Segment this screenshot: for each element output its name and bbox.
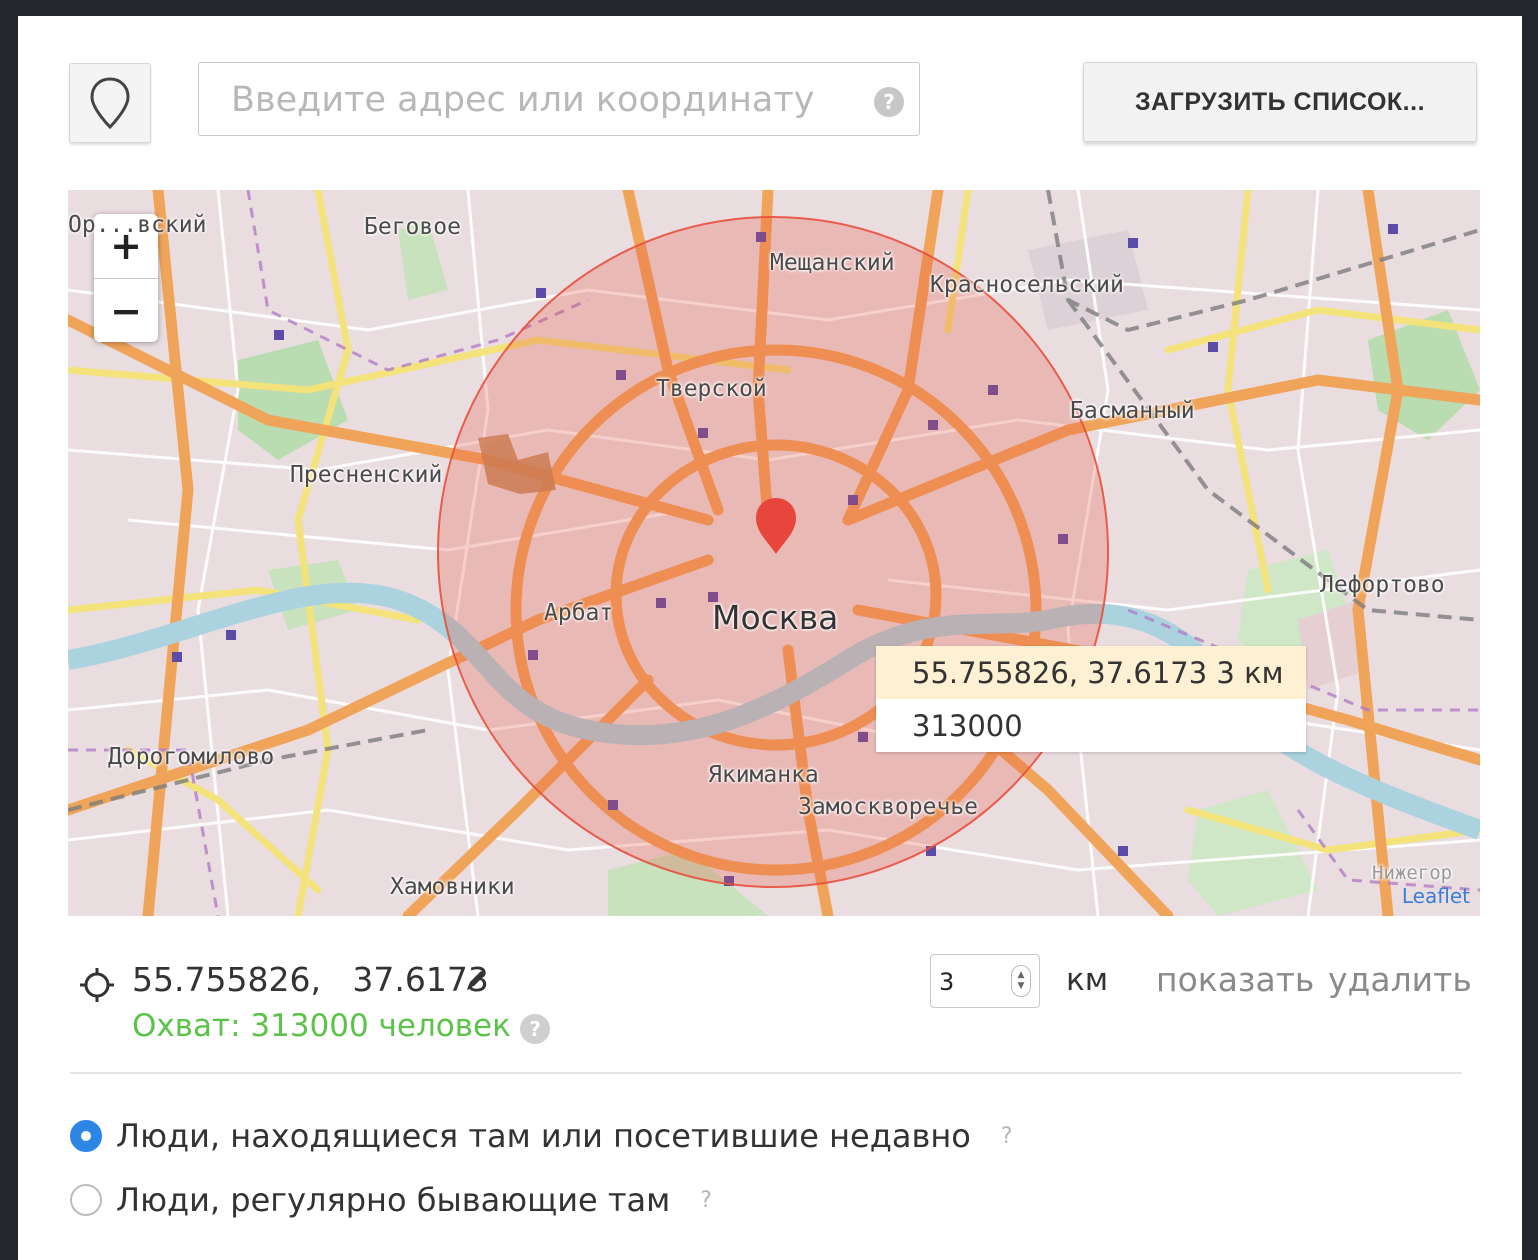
audience-option-label: Люди, регулярно бывающие там	[116, 1181, 671, 1219]
coverage-help-icon[interactable]: ?	[520, 1014, 550, 1044]
map-label-city: Москва	[712, 598, 839, 637]
map-view[interactable]: + − Ор...вский Беговое Мещанский Краснос…	[68, 190, 1480, 916]
help-question-icon[interactable]: ?	[700, 1188, 712, 1213]
audience-option-recent[interactable]: Люди, находящиеся там или посетившие нед…	[70, 1116, 1013, 1156]
radio-button[interactable]	[70, 1184, 102, 1216]
radius-stepper[interactable]: ▲▼	[930, 954, 1040, 1008]
map-label-district: Якиманка	[708, 762, 819, 788]
map-label-district: Дорогомилово	[108, 744, 275, 770]
map-label-district: Тверской	[656, 376, 767, 402]
map-label-district: Ор...вский	[68, 212, 207, 238]
radius-input[interactable]	[937, 963, 1005, 1001]
map-label-district: Нижегор	[1372, 862, 1453, 884]
leaflet-attribution-link[interactable]: Leaflet	[1402, 884, 1470, 908]
audience-option-label: Люди, находящиеся там или посетившие нед…	[116, 1117, 971, 1155]
coverage-text: Охват: 313000 человек	[132, 1008, 511, 1044]
audience-option-regular[interactable]: Люди, регулярно бывающие там ?	[70, 1180, 712, 1220]
show-link[interactable]: показать	[1156, 960, 1314, 999]
address-search-field[interactable]: ?	[198, 62, 920, 136]
map-label-district: Арбат	[544, 600, 614, 626]
crosshair-icon	[80, 968, 114, 1002]
map-label-district: Мещанский	[770, 250, 895, 276]
map-label-district: Замоскворечье	[798, 794, 979, 820]
map-label-district: Пресненский	[290, 462, 443, 488]
map-tiles	[68, 190, 1480, 916]
load-list-button[interactable]: ЗАГРУЗИТЬ СПИСОК...	[1083, 62, 1477, 142]
map-label-district: Басманный	[1070, 398, 1195, 424]
point-coordinates: 55.755826, 37.6173	[132, 960, 489, 999]
geo-targeting-panel: ? ЗАГРУЗИТЬ СПИСОК...	[18, 16, 1522, 1260]
divider	[70, 1072, 1462, 1074]
location-tooltip: 55.755826, 37.6173 3 км 313000	[876, 646, 1306, 752]
map-label-district: Лефортово	[1320, 572, 1445, 598]
delete-link[interactable]: удалить	[1328, 960, 1472, 999]
stepper-arrows-icon[interactable]: ▲ ▼	[1011, 965, 1031, 997]
search-help-icon[interactable]: ?	[874, 87, 904, 117]
place-pin-button[interactable]	[69, 63, 151, 143]
address-search-input[interactable]	[229, 73, 853, 127]
map-pin-icon	[90, 77, 130, 130]
radio-button-selected[interactable]	[70, 1120, 102, 1152]
tooltip-coordinates: 55.755826, 37.6173 3 км	[876, 646, 1306, 699]
map-label-district: Хамовники	[390, 874, 515, 900]
map-label-district: Красносельский	[930, 272, 1124, 298]
zoom-out-button[interactable]: −	[94, 279, 158, 343]
tooltip-population: 313000	[912, 708, 1023, 743]
radius-unit-label: км	[1066, 962, 1109, 998]
map-label-district: Беговое	[364, 214, 461, 240]
help-question-icon[interactable]: ?	[1001, 1124, 1013, 1149]
edit-pencil-icon[interactable]	[464, 968, 488, 994]
